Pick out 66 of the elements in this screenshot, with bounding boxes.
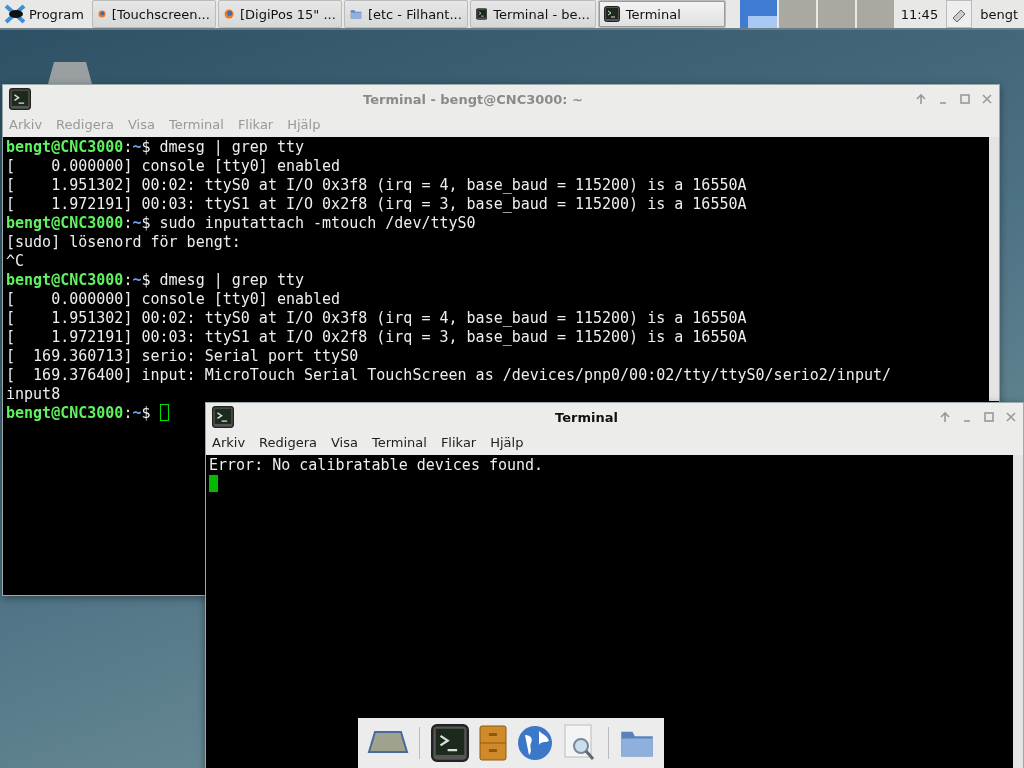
output-text: [ 0.000000] console [tty0] enabled (6, 290, 341, 308)
scrollbar[interactable] (1013, 455, 1023, 768)
prompt-user: bengt@CNC3000 (6, 271, 124, 289)
window-title: Terminal (554, 409, 619, 425)
menu-item[interactable]: Flikar (440, 434, 477, 450)
output-text: [ 1.951302] 00:02: ttyS0 at I/O 0x3f8 (irq = 4, base_baud = 115200) is a 16550A (6, 309, 747, 327)
mouse-logo-icon (4, 4, 26, 24)
menu-item[interactable]: Redigera (259, 434, 317, 450)
scrollbar[interactable] (989, 137, 999, 401)
terminal-icon (603, 6, 620, 22)
output-text: [ 169.360713] serio: Serial port ttyS0 (6, 347, 359, 365)
prompt-separator: : (123, 404, 133, 422)
terminal-icon (430, 724, 469, 762)
menu-item[interactable]: Visa (330, 434, 358, 450)
command-text: $ dmesg | grep tty (141, 138, 305, 156)
prompt-path: ~ (132, 404, 142, 422)
window-title: Terminal - bengt@CNC3000: ~ (362, 91, 584, 107)
application-menu-button[interactable]: Program (2, 0, 90, 28)
prompt-user: bengt@CNC3000 (6, 404, 124, 422)
globe-icon[interactable] (517, 725, 554, 761)
terminal-icon (212, 406, 234, 428)
command-text: $ (141, 404, 152, 422)
prompt-separator: : (123, 271, 133, 289)
taskbar-task[interactable]: Terminal (597, 0, 726, 28)
output-text: input8 (6, 385, 61, 403)
terminal-icon (475, 6, 488, 22)
user-name: bengt (980, 6, 1018, 22)
clock: 11:45 (900, 6, 939, 22)
prompt-path: ~ (132, 138, 142, 156)
taskbar-task[interactable]: [Touchscreen... (91, 0, 216, 28)
menu-item[interactable]: Arkiv (212, 434, 246, 450)
taskbar-task[interactable]: [DigiPos 15" ... (217, 0, 342, 28)
workspace-switcher[interactable] (856, 0, 894, 28)
output-text: [ 169.376400] input: MicroTouch Serial TouchScreen as /devices/pnp0/00:02/tty/ttyS0/serio2/input/ (6, 366, 891, 384)
maximize-icon[interactable] (983, 411, 995, 423)
taskbar-task[interactable]: [etc - Filhant... (343, 0, 468, 28)
taskbar-task[interactable]: Terminal - be... (469, 0, 596, 28)
command-text: $ sudo inputattach -mtouch /dev/ttyS0 (141, 214, 476, 232)
terminal-icon (9, 88, 31, 110)
output-text: Error: No calibratable devices found. (209, 456, 544, 474)
maximize-icon[interactable] (959, 93, 971, 105)
output-text: [ 1.951302] 00:02: ttyS0 at I/O 0x3f8 (irq = 4, base_baud = 115200) is a 16550A (6, 176, 747, 194)
workspace-switcher[interactable] (739, 0, 777, 28)
up-arrow-icon[interactable] (939, 411, 951, 423)
up-arrow-icon[interactable] (915, 93, 927, 105)
close-icon[interactable] (981, 93, 993, 105)
prompt-user: bengt@CNC3000 (6, 138, 124, 156)
prompt-path: ~ (132, 271, 142, 289)
menu-item[interactable]: Hjälp (490, 434, 524, 450)
output-text: ^C (6, 252, 25, 270)
prompt-separator: : (123, 214, 133, 232)
prompt-path: ~ (132, 214, 142, 232)
menu-item[interactable]: Terminal (371, 434, 427, 450)
output-text: [ 1.972191] 00:03: ttyS1 at I/O 0x2f8 (irq = 3, base_baud = 115200) is a 16550A (6, 195, 747, 213)
workspace-switcher[interactable] (817, 0, 855, 28)
output-text: [ 0.000000] console [tty0] enabled (6, 157, 341, 175)
prompt-user: bengt@CNC3000 (6, 214, 124, 232)
tray-button[interactable] (946, 0, 973, 28)
close-icon[interactable] (1005, 411, 1017, 423)
command-text: $ dmesg | grep tty (141, 271, 305, 289)
output-text: [sudo] lösenord för bengt: (6, 233, 241, 251)
drive-icon[interactable] (367, 730, 410, 756)
output-text: [ 1.972191] 00:03: ttyS1 at I/O 0x2f8 (irq = 3, base_baud = 115200) is a 16550A (6, 328, 747, 346)
prompt-separator: : (123, 138, 133, 156)
file-cabinet-icon[interactable] (478, 725, 507, 761)
workspace-switcher[interactable] (778, 0, 816, 28)
